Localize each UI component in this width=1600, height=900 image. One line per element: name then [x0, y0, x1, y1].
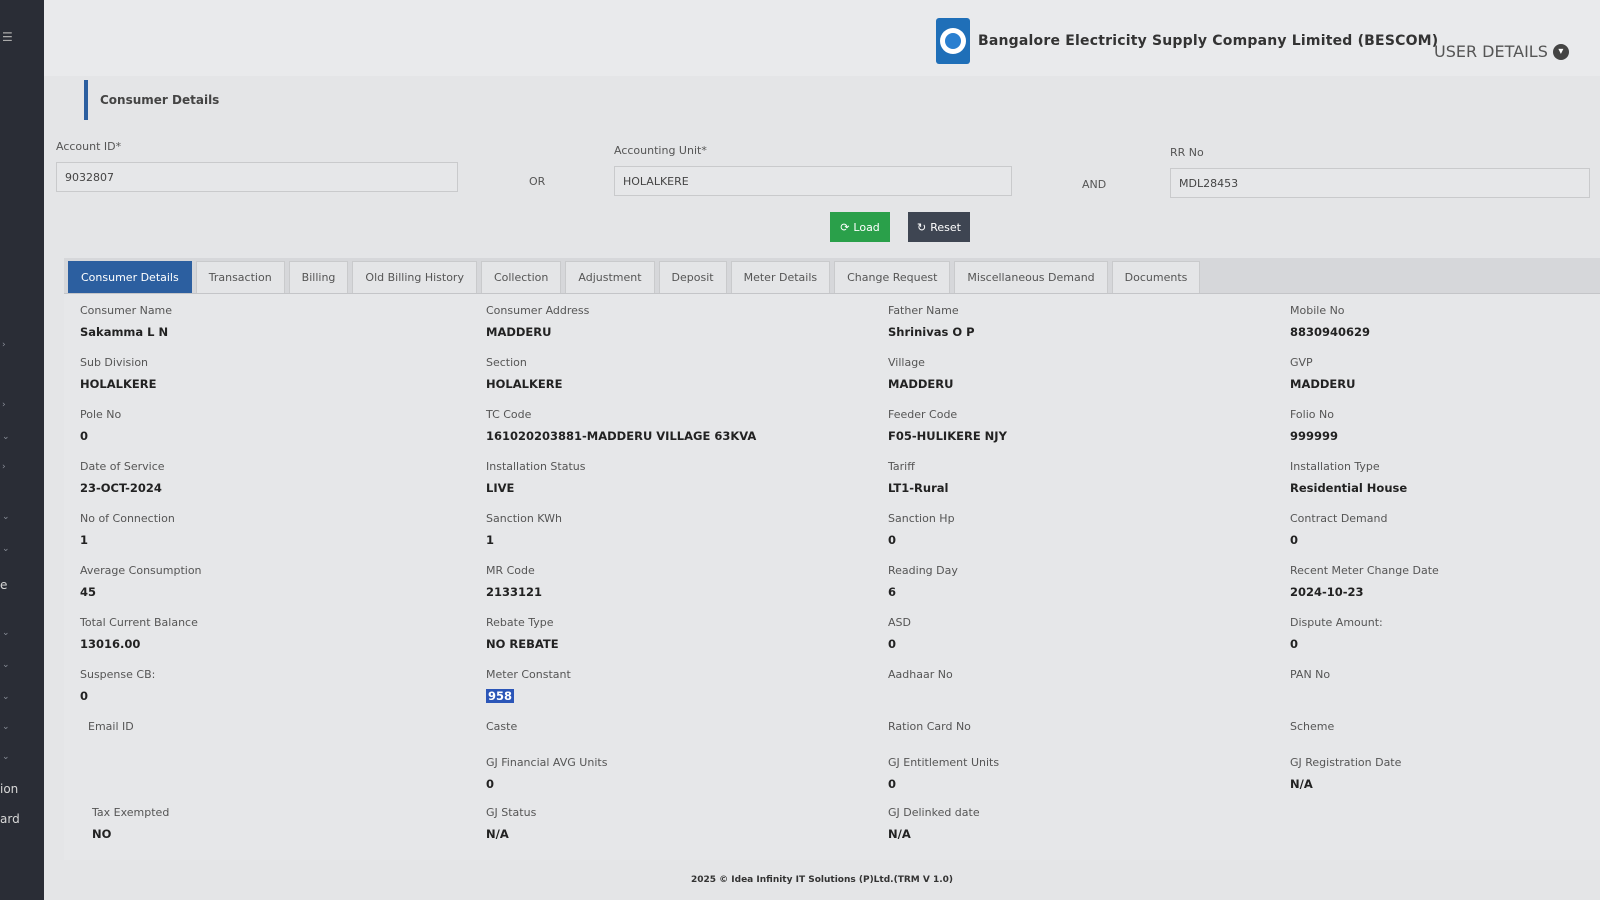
- consumer-details-panel: Consumer Name Sakamma L N Consumer Addres…: [64, 294, 1600, 860]
- field-pole-no: Pole No 0: [80, 408, 122, 443]
- field-tariff: Tariff LT1-Rural: [888, 460, 949, 495]
- tab-collection[interactable]: Collection: [480, 261, 562, 293]
- field-ration-card-no: Ration Card No: [888, 720, 971, 733]
- field-email-id: Email ID: [88, 720, 134, 733]
- field-recent-meter-change-date: Recent Meter Change Date 2024-10-23: [1290, 564, 1439, 599]
- chevron-down-icon[interactable]: ⌄: [2, 692, 10, 702]
- field-dispute-amount: Dispute Amount: 0: [1290, 616, 1383, 651]
- chevron-icon[interactable]: ›: [2, 462, 6, 472]
- bescom-logo: [936, 18, 970, 64]
- tab-bar: Consumer Details Transaction Billing Old…: [64, 258, 1600, 294]
- field-gj-registration-date: GJ Registration Date N/A: [1290, 756, 1402, 791]
- field-sanction-hp: Sanction Hp 0: [888, 512, 955, 547]
- main-page: Bangalore Electricity Supply Company Lim…: [44, 0, 1600, 900]
- reset-label: Reset: [930, 220, 961, 234]
- tab-deposit[interactable]: Deposit: [658, 261, 727, 293]
- field-asd: ASD 0: [888, 616, 911, 651]
- reset-button[interactable]: ↻ Reset: [908, 212, 970, 242]
- account-id-input[interactable]: [56, 162, 458, 192]
- tab-consumer-details[interactable]: Consumer Details: [68, 261, 192, 293]
- chevron-icon[interactable]: ›: [2, 400, 6, 410]
- field-mobile-no: Mobile No 8830940629: [1290, 304, 1371, 339]
- chevron-down-icon[interactable]: ⌄: [2, 544, 10, 554]
- tab-change-request[interactable]: Change Request: [834, 261, 951, 293]
- field-suspense-cb: Suspense CB: 0: [80, 668, 156, 703]
- field-caste: Caste: [486, 720, 518, 733]
- user-details-label: USER DETAILS: [1434, 42, 1548, 61]
- field-feeder-code: Feeder Code F05-HULIKERE NJY: [888, 408, 1007, 443]
- field-section: Section HOLALKERE: [486, 356, 563, 391]
- field-meter-constant: Meter Constant 958: [486, 668, 571, 703]
- top-header: Bangalore Electricity Supply Company Lim…: [44, 0, 1600, 76]
- account-id-label: Account ID*: [56, 140, 122, 153]
- brand: Bangalore Electricity Supply Company Lim…: [936, 18, 1438, 64]
- field-date-of-service: Date of Service 23-OCT-2024: [80, 460, 165, 495]
- field-consumer-address: Consumer Address MADDERU: [486, 304, 590, 339]
- field-no-of-connection: No of Connection 1: [80, 512, 175, 547]
- field-scheme: Scheme: [1290, 720, 1335, 733]
- field-pan-no: PAN No: [1290, 668, 1331, 681]
- chevron-down-icon[interactable]: ⌄: [2, 512, 10, 522]
- tab-meter-details[interactable]: Meter Details: [730, 261, 831, 293]
- tab-old-billing-history[interactable]: Old Billing History: [352, 261, 477, 293]
- field-gj-entitlement-units: GJ Entitlement Units 0: [888, 756, 1000, 791]
- field-gvp: GVP MADDERU: [1290, 356, 1356, 391]
- or-label: OR: [529, 175, 546, 188]
- tab-billing[interactable]: Billing: [288, 261, 349, 293]
- field-reading-day: Reading Day 6: [888, 564, 958, 599]
- chevron-down-icon: ▾: [1552, 43, 1569, 60]
- sidebar-item-label[interactable]: ard: [0, 812, 20, 826]
- chevron-down-icon[interactable]: ⌄: [2, 722, 10, 732]
- chevron-down-icon[interactable]: ⌄: [2, 752, 10, 762]
- reset-icon: ↻: [917, 220, 927, 234]
- accounting-unit-label: Accounting Unit*: [614, 144, 707, 157]
- chevron-down-icon[interactable]: ⌄: [2, 660, 10, 670]
- field-installation-type: Installation Type Residential House: [1290, 460, 1408, 495]
- chevron-down-icon[interactable]: ⌄: [2, 432, 10, 442]
- field-consumer-name: Consumer Name Sakamma L N: [80, 304, 173, 339]
- field-average-consumption: Average Consumption 45: [80, 564, 202, 599]
- field-rebate-type: Rebate Type NO REBATE: [486, 616, 559, 651]
- sidebar-item-label[interactable]: e: [0, 578, 7, 592]
- refresh-icon: ⟳: [840, 220, 850, 234]
- menu-icon[interactable]: ☰: [2, 30, 13, 44]
- accounting-unit-select[interactable]: [614, 166, 1012, 196]
- and-label: AND: [1082, 178, 1107, 191]
- chevron-down-icon[interactable]: ⌄: [2, 628, 10, 638]
- field-village: Village MADDERU: [888, 356, 954, 391]
- load-label: Load: [853, 220, 880, 234]
- field-aadhaar-no: Aadhaar No: [888, 668, 953, 681]
- user-details-menu[interactable]: USER DETAILS ▾: [1434, 42, 1569, 61]
- field-sub-division: Sub Division HOLALKERE: [80, 356, 157, 391]
- field-tc-code: TC Code 161020203881-MADDERU VILLAGE 63KV…: [486, 408, 757, 443]
- field-tax-exempted: Tax Exempted NO: [92, 806, 170, 841]
- company-name: Bangalore Electricity Supply Company Lim…: [978, 33, 1439, 49]
- section-header: Consumer Details: [84, 80, 1600, 120]
- sidebar-item-label[interactable]: ion: [0, 782, 18, 796]
- footer: 2025 © Idea Infinity IT Solutions (P)Ltd…: [690, 875, 954, 885]
- section-title: Consumer Details: [100, 93, 220, 107]
- field-gj-status: GJ Status N/A: [486, 806, 537, 841]
- field-installation-status: Installation Status LIVE: [486, 460, 586, 495]
- tab-adjustment[interactable]: Adjustment: [565, 261, 655, 293]
- field-mr-code: MR Code 2133121: [486, 564, 543, 599]
- tab-documents[interactable]: Documents: [1111, 261, 1201, 293]
- field-father-name: Father Name Shrinivas O P: [888, 304, 975, 339]
- field-total-current-balance: Total Current Balance 13016.00: [80, 616, 198, 651]
- field-sanction-kwh: Sanction KWh 1: [486, 512, 562, 547]
- field-folio-no: Folio No 999999: [1290, 408, 1339, 443]
- rr-no-input[interactable]: [1170, 168, 1590, 198]
- rr-no-label: RR No: [1170, 146, 1204, 159]
- load-button[interactable]: ⟳ Load: [830, 212, 890, 242]
- field-gj-delinked-date: GJ Delinked date N/A: [888, 806, 980, 841]
- field-contract-demand: Contract Demand 0: [1290, 512, 1388, 547]
- tab-transaction[interactable]: Transaction: [195, 261, 285, 293]
- chevron-icon[interactable]: ›: [2, 340, 6, 350]
- field-gj-financial-avg-units: GJ Financial AVG Units 0: [486, 756, 608, 791]
- left-sidebar: ☰ › › ⌄ › ⌄ ⌄ e ⌄ ⌄ ⌄ ⌄ ⌄ ion ard: [0, 0, 44, 900]
- tab-miscellaneous-demand[interactable]: Miscellaneous Demand: [954, 261, 1108, 293]
